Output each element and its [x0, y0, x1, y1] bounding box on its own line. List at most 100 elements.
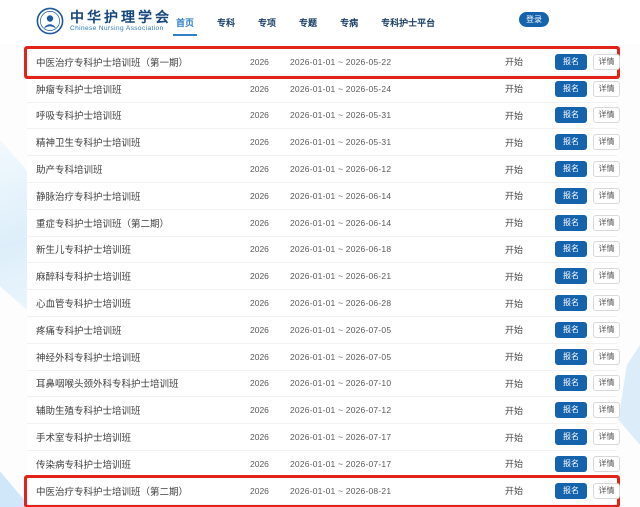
details-button[interactable]: 详情 [593, 241, 620, 257]
signup-button[interactable]: 报名 [555, 161, 587, 177]
course-table: 中医治疗专科护士培训班（第一期） 2026 2026-01-01 ~ 2026-… [27, 48, 617, 505]
details-button[interactable]: 详情 [593, 188, 620, 204]
details-button[interactable]: 详情 [593, 375, 620, 391]
nav-item-首页[interactable]: 首页 [176, 10, 194, 35]
course-actions: 报名 详情 [555, 134, 621, 150]
main-nav: 首页 专科 专项 专题 专病 专科护士平台 [176, 0, 435, 44]
signup-button[interactable]: 报名 [555, 81, 587, 97]
course-status: 开始 [505, 431, 555, 444]
signup-button[interactable]: 报名 [555, 134, 587, 150]
course-year: 2026 [250, 271, 290, 281]
course-name: 疼痛专科护士培训班 [27, 323, 250, 337]
association-emblem-icon [36, 7, 64, 35]
course-name: 新生儿专科护士培训班 [27, 242, 250, 256]
course-name: 手术室专科护士培训班 [27, 430, 250, 444]
course-status: 开始 [505, 136, 555, 149]
course-dates: 2026-01-01 ~ 2026-05-31 [290, 110, 505, 120]
details-button[interactable]: 详情 [593, 295, 620, 311]
table-row: 肿瘤专科护士培训班 2026 2026-01-01 ~ 2026-05-24 开… [27, 76, 617, 103]
site-logo[interactable]: 中华护理学会 Chinese Nursing Association [36, 7, 172, 35]
course-actions: 报名 详情 [555, 349, 621, 365]
signup-button[interactable]: 报名 [555, 483, 587, 499]
course-actions: 报名 详情 [555, 268, 621, 284]
nav-item-专项[interactable]: 专项 [258, 10, 276, 35]
course-name: 静脉治疗专科护士培训班 [27, 189, 250, 203]
nav-item-专科[interactable]: 专科 [217, 10, 235, 35]
login-button[interactable]: 登录 [519, 12, 549, 27]
course-dates: 2026-01-01 ~ 2026-05-31 [290, 137, 505, 147]
course-actions: 报名 详情 [555, 456, 621, 472]
signup-button[interactable]: 报名 [555, 268, 587, 284]
course-year: 2026 [250, 352, 290, 362]
details-button[interactable]: 详情 [593, 268, 620, 284]
details-button[interactable]: 详情 [593, 402, 620, 418]
details-button[interactable]: 详情 [593, 161, 620, 177]
course-status: 开始 [505, 323, 555, 336]
signup-button[interactable]: 报名 [555, 349, 587, 365]
course-actions: 报名 详情 [555, 483, 621, 499]
signup-button[interactable]: 报名 [555, 188, 587, 204]
course-name: 肿瘤专科护士培训班 [27, 82, 250, 96]
details-button[interactable]: 详情 [593, 107, 620, 123]
signup-button[interactable]: 报名 [555, 402, 587, 418]
signup-button[interactable]: 报名 [555, 322, 587, 338]
course-actions: 报名 详情 [555, 107, 621, 123]
course-status: 开始 [505, 82, 555, 95]
course-dates: 2026-01-01 ~ 2026-05-22 [290, 57, 505, 67]
course-name: 助产专科培训班 [27, 162, 250, 176]
course-actions: 报名 详情 [555, 429, 621, 445]
logo-subtitle: Chinese Nursing Association [70, 25, 172, 32]
course-actions: 报名 详情 [555, 295, 621, 311]
course-name: 重症专科护士培训班（第二期） [27, 216, 250, 230]
table-row: 助产专科培训班 2026 2026-01-01 ~ 2026-06-12 开始 … [27, 156, 617, 183]
details-button[interactable]: 详情 [593, 322, 620, 338]
course-dates: 2026-01-01 ~ 2026-06-14 [290, 218, 505, 228]
details-button[interactable]: 详情 [593, 456, 620, 472]
table-row: 疼痛专科护士培训班 2026 2026-01-01 ~ 2026-07-05 开… [27, 317, 617, 344]
course-year: 2026 [250, 378, 290, 388]
course-name: 呼吸专科护士培训班 [27, 108, 250, 122]
course-actions: 报名 详情 [555, 81, 621, 97]
course-year: 2026 [250, 57, 290, 67]
signup-button[interactable]: 报名 [555, 54, 587, 70]
signup-button[interactable]: 报名 [555, 241, 587, 257]
details-button[interactable]: 详情 [593, 54, 620, 70]
signup-button[interactable]: 报名 [555, 456, 587, 472]
course-status: 开始 [505, 163, 555, 176]
signup-button[interactable]: 报名 [555, 429, 587, 445]
details-button[interactable]: 详情 [593, 429, 620, 445]
course-year: 2026 [250, 459, 290, 469]
logo-text: 中华护理学会 Chinese Nursing Association [70, 10, 172, 32]
course-name: 心血管专科护士培训班 [27, 296, 250, 310]
site-header: 中华护理学会 Chinese Nursing Association 首页 专科… [0, 0, 640, 44]
details-button[interactable]: 详情 [593, 134, 620, 150]
signup-button[interactable]: 报名 [555, 215, 587, 231]
table-row: 耳鼻咽喉头颈外科专科护士培训班 2026 2026-01-01 ~ 2026-0… [27, 371, 617, 398]
course-status: 开始 [505, 404, 555, 417]
details-button[interactable]: 详情 [593, 81, 620, 97]
course-actions: 报名 详情 [555, 215, 621, 231]
table-row: 呼吸专科护士培训班 2026 2026-01-01 ~ 2026-05-31 开… [27, 103, 617, 130]
nav-item-专病[interactable]: 专病 [340, 10, 358, 35]
nav-item-专题[interactable]: 专题 [299, 10, 317, 35]
course-year: 2026 [250, 84, 290, 94]
course-status: 开始 [505, 484, 555, 497]
course-actions: 报名 详情 [555, 188, 621, 204]
course-year: 2026 [250, 191, 290, 201]
course-dates: 2026-01-01 ~ 2026-07-05 [290, 352, 505, 362]
signup-button[interactable]: 报名 [555, 295, 587, 311]
course-dates: 2026-01-01 ~ 2026-05-24 [290, 84, 505, 94]
signup-button[interactable]: 报名 [555, 107, 587, 123]
details-button[interactable]: 详情 [593, 483, 620, 499]
course-name: 精神卫生专科护士培训班 [27, 135, 250, 149]
nav-item-专科护士平台[interactable]: 专科护士平台 [381, 10, 435, 35]
table-row: 中医治疗专科护士培训班（第一期） 2026 2026-01-01 ~ 2026-… [27, 49, 617, 76]
course-year: 2026 [250, 405, 290, 415]
course-year: 2026 [250, 164, 290, 174]
signup-button[interactable]: 报名 [555, 375, 587, 391]
course-status: 开始 [505, 270, 555, 283]
course-year: 2026 [250, 218, 290, 228]
details-button[interactable]: 详情 [593, 349, 620, 365]
details-button[interactable]: 详情 [593, 215, 620, 231]
course-name: 耳鼻咽喉头颈外科专科护士培训班 [27, 376, 250, 390]
